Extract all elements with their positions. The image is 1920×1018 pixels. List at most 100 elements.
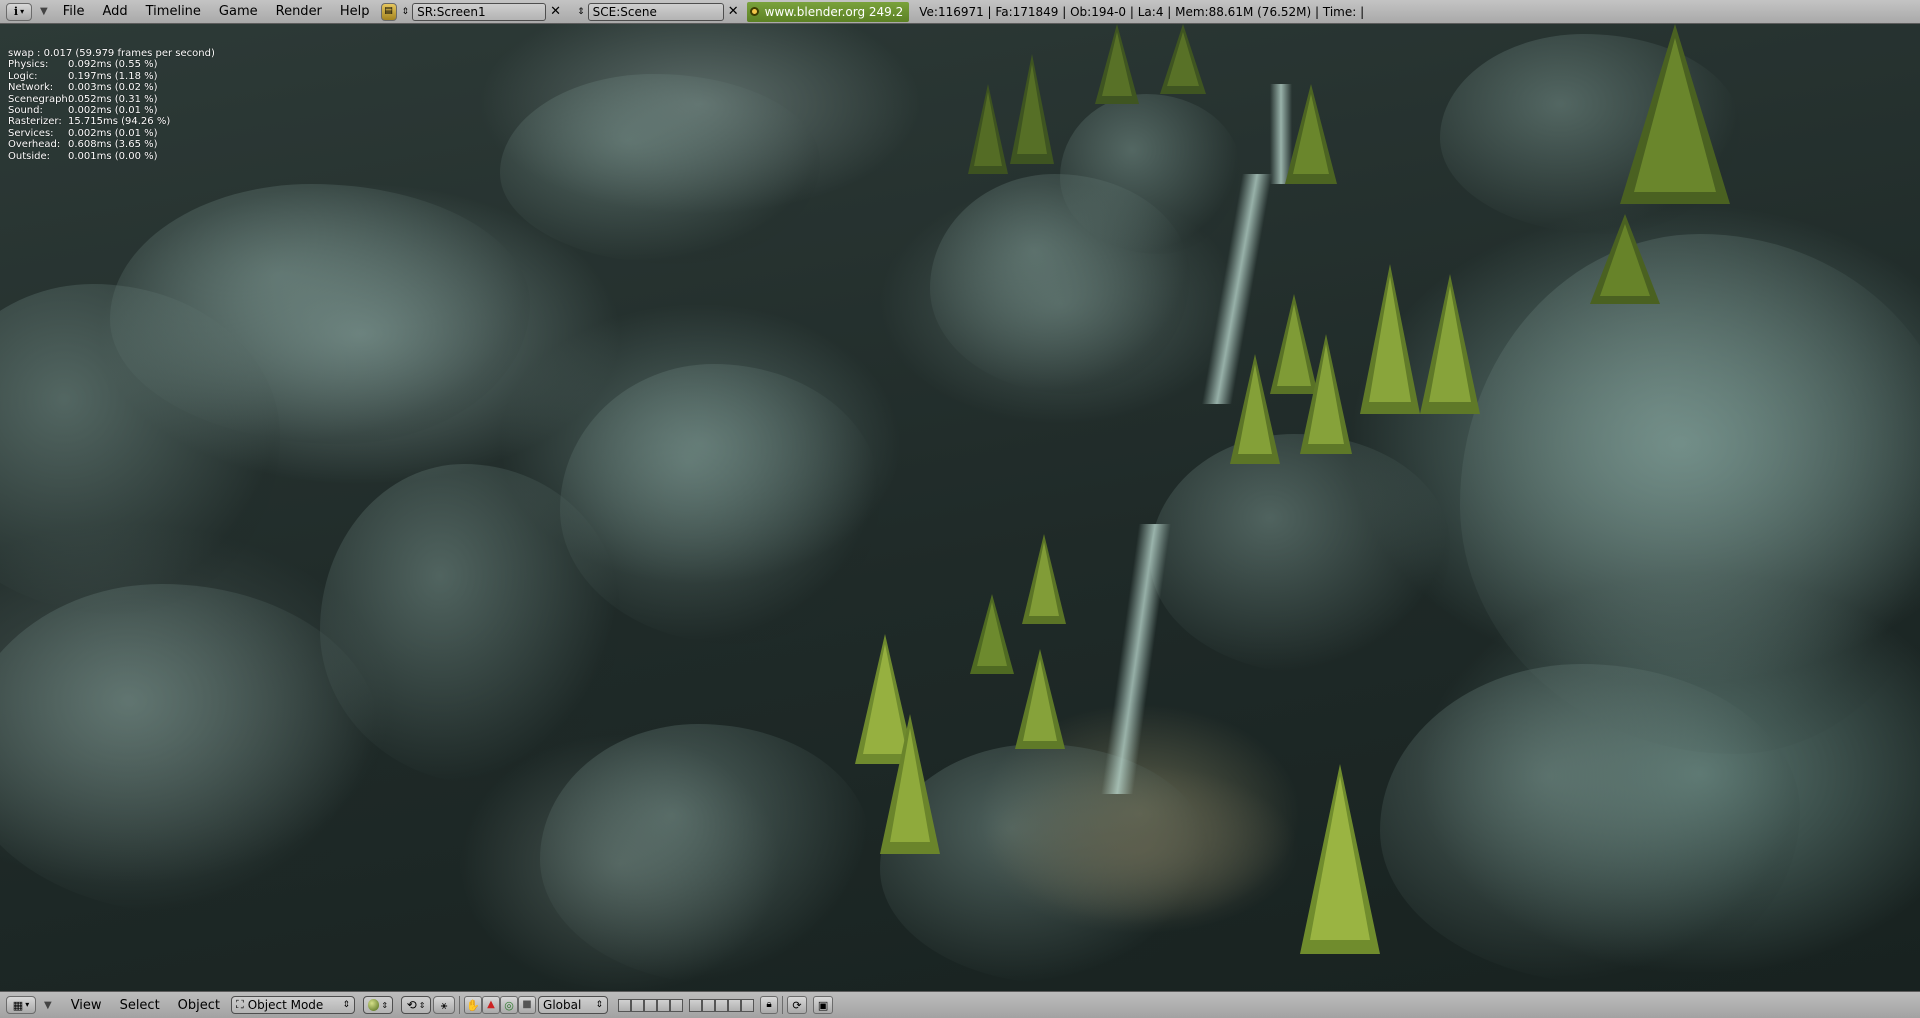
mode-select[interactable]: ⛶ Object Mode ⇕ [231,996,356,1014]
divider [459,996,461,1014]
close-scene-icon[interactable]: ✕ [726,4,741,19]
menu-render[interactable]: Render [267,4,331,19]
profiler-label: Scenegraph: [8,93,72,105]
manipulator-icon: ⚹ [440,998,448,1012]
select-arrows-icon: ⇕ [595,1000,604,1010]
select-arrows-icon: ⇕ [381,1000,389,1010]
layer-button[interactable] [618,998,632,1012]
select-arrows-icon: ⇕ [418,1000,426,1010]
menu-select[interactable]: Select [111,998,169,1013]
profiler-row-logic: Logic: 0.197ms (1.18 %) [8,71,215,82]
scale-icon: ■ [522,999,532,1010]
profiler-label: Rasterizer: [8,116,62,128]
profiler-row-outside: Outside: 0.001ms (0.00 %) [8,151,215,162]
window-type-button[interactable]: i ▾ [6,2,32,21]
profiler-row-services: Services: 0.002ms (0.01 %) [8,128,215,139]
rock-formation [1380,664,1800,984]
orientation-select[interactable]: Global ⇕ [538,996,609,1014]
profiler-value: 0.003ms (0.02 %) [68,82,158,94]
scene-name-field[interactable]: SCE:Scene [587,2,724,21]
object-mode-icon: ⛶ [236,998,244,1011]
render-icon: ▣ [817,998,829,1012]
profiler-value: 0.092ms (0.55 %) [68,59,158,71]
rock-formation [320,464,620,784]
lock-icon: 🔒︎ [766,999,772,1010]
profiler-value: 0.052ms (0.31 %) [68,93,158,105]
profiler-swap: swap : 0.017 (59.979 frames per second) [8,48,215,59]
menu-game[interactable]: Game [210,4,267,19]
layer-button[interactable] [728,998,742,1012]
screen-arrows-icon[interactable]: ⇕ [402,7,410,17]
link-icon: ⟳ [792,998,802,1012]
select-arrows-icon: ⇕ [342,1000,351,1010]
layer-button[interactable] [631,998,645,1012]
menu-help[interactable]: Help [331,4,379,19]
profiler-value: 0.608ms (3.65 %) [68,139,158,151]
pivot-icon: ⟲ [406,998,417,1012]
profiler-value: 0.197ms (1.18 %) [68,70,158,82]
layer-button[interactable] [644,998,658,1012]
dropdown-arrow-icon: ▾ [20,6,25,16]
draw-type-select[interactable]: ⇕ [363,996,394,1014]
menu-add[interactable]: Add [93,4,136,19]
rock-formation [1150,434,1450,674]
scene-stats: Ve:116971 | Fa:171849 | Ob:194-0 | La:4 … [919,4,1365,19]
waterfall [1101,524,1171,794]
layer-button[interactable] [657,998,671,1012]
menu-file[interactable]: File [54,4,94,19]
menu-view[interactable]: View [62,998,111,1013]
collapse-menu-icon[interactable]: ▼ [40,6,48,17]
pivot-select[interactable]: ⟲ ⇕ [401,996,432,1014]
translate-icon: ▲ [487,999,495,1010]
opengl-render-button[interactable]: ▣ [813,996,834,1014]
rotate-icon: ◎ [504,998,514,1012]
profiler-row-physics: Physics: 0.092ms (0.55 %) [8,59,215,70]
rock-formation [540,724,870,984]
render-preview-button[interactable]: ⟳ [787,996,808,1014]
profiler-overlay: swap : 0.017 (59.979 frames per second) … [8,48,215,162]
profiler-value: 0.002ms (0.01 %) [68,127,158,139]
profiler-value: 0.001ms (0.00 %) [68,150,158,162]
screen-browse-button[interactable]: ▤ [380,2,397,21]
translate-manipulator-button[interactable]: ▲ [482,996,501,1014]
grid-icon: ▦ [12,998,24,1012]
top-header: i ▾ ▼ File Add Timeline Game Render Help… [0,0,1920,24]
profiler-row-rasterizer: Rasterizer: 15.715ms (94.26 %) [8,116,215,127]
hand-icon: ✋ [466,998,480,1012]
game-viewport[interactable]: swap : 0.017 (59.979 frames per second) … [0,24,1920,991]
layer-buttons-group [689,998,755,1012]
blender-url-badge[interactable]: www.blender.org 249.2 [746,1,910,22]
menu-timeline[interactable]: Timeline [137,4,210,19]
profiler-label: Outside: [8,150,50,162]
profiler-value: 15.715ms (94.26 %) [68,116,171,128]
manipulator-hand-button[interactable]: ✋ [464,996,483,1014]
screen-name-text: SR:Screen1 [417,4,486,19]
screen-name-field[interactable]: SR:Screen1 [412,2,547,21]
profiler-label: Overhead: [8,139,61,151]
layer-button[interactable] [702,998,716,1012]
layer-button[interactable] [689,998,703,1012]
pool [980,764,1300,934]
manipulator-toggle[interactable]: ⚹ [433,996,456,1014]
scene-arrows-icon[interactable]: ⇕ [577,7,585,17]
profiler-value: 0.002ms (0.01 %) [68,105,158,117]
menu-object[interactable]: Object [169,998,229,1013]
layer-buttons-group [618,998,684,1012]
scale-manipulator-button[interactable]: ■ [518,996,537,1014]
solid-shading-icon [368,999,380,1011]
profiler-label: Services: [8,127,54,139]
layer-button[interactable] [715,998,729,1012]
layer-button[interactable] [670,998,684,1012]
mode-select-value: Object Mode [247,998,324,1012]
rotate-manipulator-button[interactable]: ◎ [500,996,519,1014]
window-type-button[interactable]: ▦ ▾ [6,996,36,1014]
layer-button[interactable] [741,998,755,1012]
close-screen-icon[interactable]: ✕ [548,4,563,19]
collapse-menu-icon[interactable]: ▼ [44,1000,52,1011]
profiler-row-scenegraph: Scenegraph: 0.052ms (0.31 %) [8,94,215,105]
profiler-row-overhead: Overhead: 0.608ms (3.65 %) [8,139,215,150]
profiler-label: Sound: [8,105,43,117]
lock-layers-button[interactable]: 🔒︎ [760,996,779,1014]
rock-formation [500,74,820,264]
screen-browse-icon: ▤ [384,6,393,16]
